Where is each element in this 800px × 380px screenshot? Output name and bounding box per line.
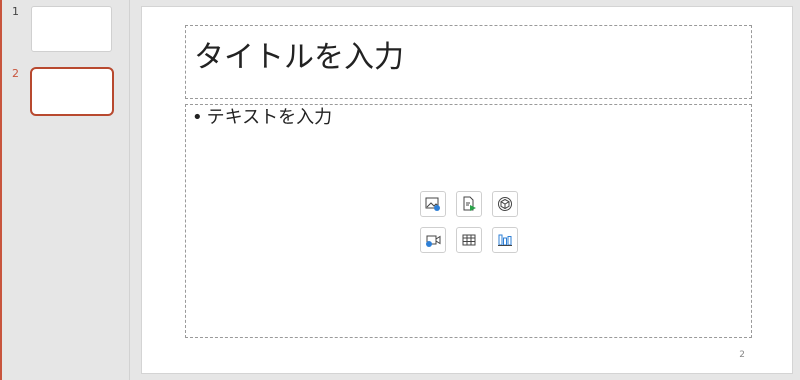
- slide-number-2: 2: [12, 67, 19, 80]
- content-placeholder-text: テキストを入力: [206, 107, 333, 128]
- insert-chart-button[interactable]: [492, 227, 518, 253]
- content-placeholder-line: • テキストを入力: [192, 107, 332, 129]
- insert-smartart-icon: [463, 196, 476, 211]
- insert-table-button[interactable]: [456, 227, 482, 253]
- content-placeholder[interactable]: • テキストを入力: [185, 104, 752, 338]
- insert-table-icon: [462, 234, 476, 246]
- slide-number-1: 1: [12, 5, 19, 18]
- insert-smartart-button[interactable]: [456, 191, 482, 217]
- slide-canvas: タイトルを入力 • テキストを入力 2: [141, 6, 793, 374]
- insert-video-icon: [426, 235, 441, 247]
- title-placeholder[interactable]: タイトルを入力: [185, 25, 752, 99]
- insert-3d-model-icon: [498, 197, 512, 211]
- insert-picture-button[interactable]: [420, 191, 446, 217]
- slide-thumbnail-2[interactable]: [30, 67, 114, 116]
- bullet-icon: •: [192, 107, 203, 128]
- title-placeholder-text: タイトルを入力: [194, 40, 404, 75]
- insert-video-button[interactable]: [420, 227, 446, 253]
- slide-page-number: 2: [739, 350, 745, 360]
- slide-thumbnail-1[interactable]: [31, 6, 112, 52]
- insert-3d-model-button[interactable]: [492, 191, 518, 217]
- insert-picture-icon: [425, 197, 440, 211]
- insert-chart-icon: [498, 234, 512, 246]
- slide-thumbnail-panel: 1 2: [2, 0, 130, 380]
